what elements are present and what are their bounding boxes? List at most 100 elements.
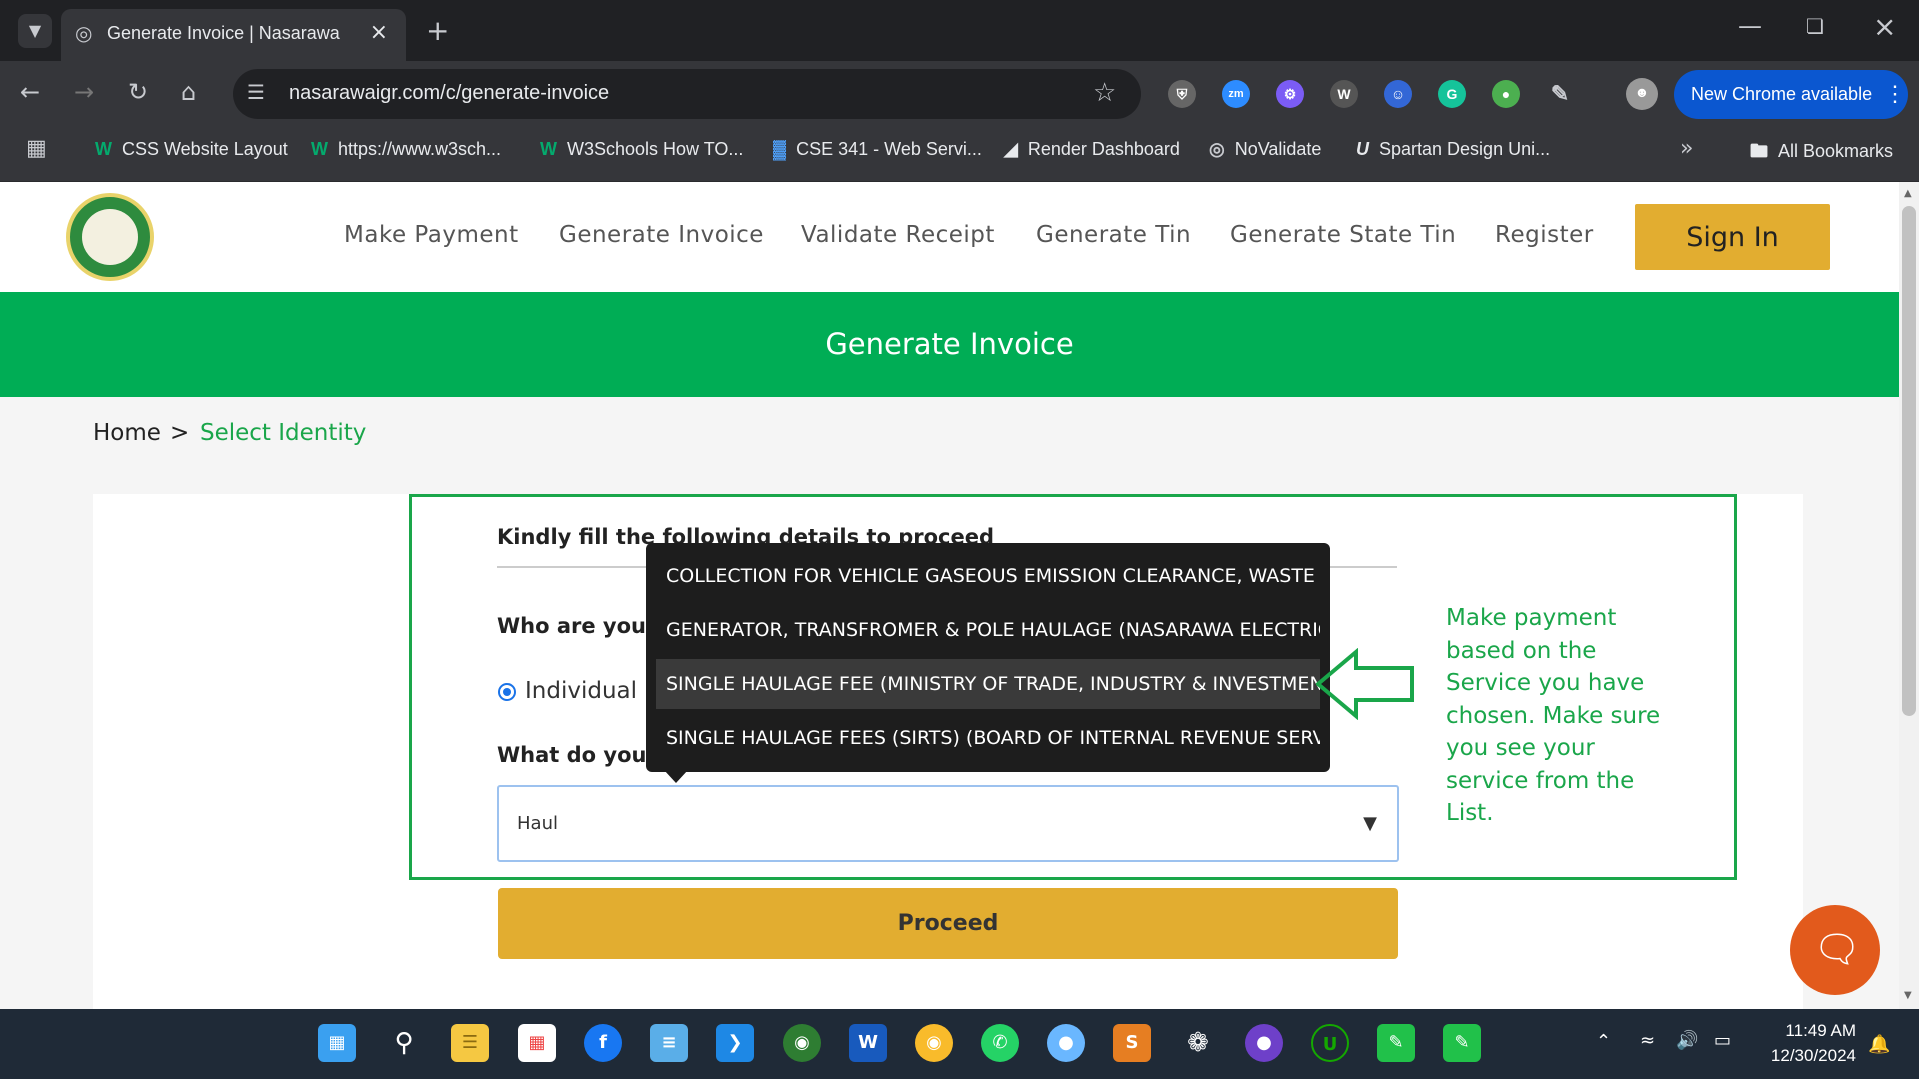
tray-chevron-icon[interactable]: ⌃	[1596, 1031, 1611, 1052]
nav-generate-tin[interactable]: Generate Tin	[1036, 222, 1191, 248]
individual-radio[interactable]	[498, 683, 516, 701]
nav-generate-invoice[interactable]: Generate Invoice	[559, 222, 764, 248]
close-tab-icon[interactable]: ×	[370, 20, 388, 45]
green-app-icon[interactable]: ✎	[1377, 1024, 1415, 1062]
new-tab-icon[interactable]: +	[426, 14, 449, 47]
nav-make-payment[interactable]: Make Payment	[344, 222, 519, 248]
green-app-icon-2[interactable]: ✎	[1443, 1024, 1481, 1062]
home-icon[interactable]: ⌂	[181, 78, 196, 106]
scroll-thumb[interactable]	[1902, 206, 1916, 716]
nav-generate-state-tin[interactable]: Generate State Tin	[1230, 222, 1456, 248]
tab-search-icon[interactable]: ▼	[18, 14, 52, 48]
paint-icon[interactable]: ●	[1047, 1024, 1085, 1062]
forward-icon[interactable]: →	[74, 78, 94, 106]
vscode-icon[interactable]: ❯	[716, 1024, 754, 1062]
breadcrumb-home[interactable]: Home	[93, 420, 161, 446]
proceed-button[interactable]: Proceed	[498, 888, 1398, 959]
bookmark-item[interactable]: ◢ Render Dashboard	[1004, 139, 1180, 160]
chrome-icon[interactable]: ◉	[915, 1024, 953, 1062]
scroll-up-arrow[interactable]: ▲	[1904, 188, 1912, 199]
grammarly-icon[interactable]: G	[1438, 80, 1466, 108]
zoom-extension-icon[interactable]: zm	[1222, 80, 1250, 108]
new-chrome-label: New Chrome available	[1691, 84, 1873, 104]
site-info-icon[interactable]: ☰	[247, 80, 265, 104]
green-arrow-annotation	[1316, 648, 1414, 720]
new-chrome-button[interactable]: New Chrome available ⋮	[1674, 70, 1908, 119]
profile-avatar[interactable]: ☻	[1626, 78, 1658, 110]
chrome-dev-icon[interactable]: ◉	[783, 1024, 821, 1062]
smiley-extension-icon[interactable]: ☺	[1384, 80, 1412, 108]
w-extension-icon[interactable]: W	[1330, 80, 1358, 108]
all-bookmarks[interactable]: 🖿 All Bookmarks	[1750, 139, 1893, 169]
page-scrollbar[interactable]: ▲ ▼	[1899, 182, 1919, 1009]
notepad-icon[interactable]: ≡	[650, 1024, 688, 1062]
github-icon[interactable]: ●	[1245, 1024, 1283, 1062]
tab-title: Generate Invoice | Nasarawa	[107, 23, 340, 43]
globe-icon: ◎	[75, 21, 93, 45]
dropdown-arrow-icon[interactable]: ▼	[1363, 813, 1377, 834]
search-icon[interactable]: ⚲	[385, 1024, 423, 1062]
url-text: nasarawaigr.com/c/generate-invoice	[289, 82, 610, 104]
bookmark-item[interactable]: W CSS Website Layout	[95, 139, 288, 160]
bookmark-item[interactable]: U Spartan Design Uni...	[1356, 139, 1550, 160]
apps-grid-icon[interactable]: ▦	[26, 136, 47, 161]
whatsapp-icon[interactable]: ✆	[981, 1024, 1019, 1062]
address-bar[interactable]: ☰ nasarawaigr.com/c/generate-invoice ☆	[233, 69, 1141, 119]
puzzle-extensions-icon[interactable]: ✎	[1546, 80, 1574, 108]
gear-extension-icon[interactable]: ⚙	[1276, 80, 1304, 108]
service-select[interactable]: Haul ▼	[497, 785, 1399, 862]
live-chat-button[interactable]: 🗨	[1790, 905, 1880, 995]
bookmark-item[interactable]: Whttps://www.w3sch...	[311, 139, 501, 160]
bookmark-label: CSE 341 - Web Servi...	[796, 139, 982, 159]
reload-icon[interactable]: ↻	[128, 78, 148, 106]
who-are-you-label: Who are you	[497, 614, 646, 638]
file-explorer-icon[interactable]: ☰	[451, 1024, 489, 1062]
bookmark-item[interactable]: ▓ CSE 341 - Web Servi...	[773, 139, 982, 160]
restore-icon[interactable]: ❏	[1806, 14, 1824, 38]
minimize-icon[interactable]: —	[1738, 12, 1762, 40]
word-icon[interactable]: W	[849, 1024, 887, 1062]
bookmark-label: NoValidate	[1234, 139, 1322, 159]
breadcrumb-current: Select Identity	[200, 420, 367, 446]
dropdown-option[interactable]: SINGLE HAULAGE FEES (SIRTS) (BOARD OF IN…	[656, 713, 1320, 763]
close-window-icon[interactable]: ×	[1873, 10, 1896, 43]
bookmark-item[interactable]: ◎ NoValidate	[1209, 139, 1321, 160]
nasarawa-seal-logo[interactable]	[66, 193, 154, 281]
chatgpt-icon[interactable]: ❁	[1179, 1024, 1217, 1062]
dropdown-option[interactable]: COLLECTION FOR VEHICLE GASEOUS EMISSION …	[656, 551, 1320, 601]
notification-bell-icon[interactable]: 🔔	[1868, 1034, 1890, 1055]
windows-taskbar	[0, 1009, 1919, 1079]
bookmark-item[interactable]: W W3Schools How TO...	[540, 139, 743, 160]
nav-register[interactable]: Register	[1495, 222, 1594, 248]
breadcrumb-separator: >	[170, 420, 190, 446]
individual-label[interactable]: Individual	[525, 678, 637, 704]
nav-validate-receipt[interactable]: Validate Receipt	[801, 222, 995, 248]
browser-tab[interactable]: ◎ Generate Invoice | Nasarawa ×	[61, 9, 406, 61]
windows-start-icon[interactable]: ▦	[318, 1024, 356, 1062]
kebab-menu-icon[interactable]: ⋮	[1884, 81, 1906, 107]
clock-date[interactable]: 12/30/2024	[1746, 1046, 1856, 1066]
chart-icon: ▓	[773, 139, 787, 159]
service-dropdown: COLLECTION FOR VEHICLE GASEOUS EMISSION …	[646, 543, 1330, 772]
seal-center	[82, 209, 138, 265]
u-icon: U	[1356, 139, 1369, 159]
dropdown-option[interactable]: GENERATOR, TRANSFROMER & POLE HAULAGE (N…	[656, 605, 1320, 655]
sign-in-button[interactable]: Sign In	[1635, 204, 1830, 270]
shield-extension-icon[interactable]: ⛨	[1168, 80, 1196, 108]
volume-icon[interactable]: 🔊	[1676, 1030, 1698, 1051]
upwork-icon[interactable]: U	[1311, 1024, 1349, 1062]
back-icon[interactable]: ←	[20, 78, 40, 106]
more-bookmarks-icon[interactable]: »	[1680, 136, 1693, 161]
w3schools-icon: W	[95, 139, 112, 159]
wifi-icon[interactable]: ≈	[1640, 1030, 1655, 1051]
palette-extension-icon[interactable]: ●	[1492, 80, 1520, 108]
clock-time[interactable]: 11:49 AM	[1760, 1021, 1856, 1041]
sublime-icon[interactable]: S	[1113, 1024, 1151, 1062]
dropdown-option-highlighted[interactable]: SINGLE HAULAGE FEE (MINISTRY OF TRADE, I…	[656, 659, 1320, 709]
facebook-icon[interactable]: f	[584, 1024, 622, 1062]
w3schools-icon: W	[311, 139, 328, 159]
battery-icon[interactable]: ▭	[1714, 1030, 1731, 1051]
microsoft-store-icon[interactable]: ▦	[518, 1024, 556, 1062]
scroll-down-arrow[interactable]: ▼	[1904, 990, 1912, 1001]
bookmark-star-icon[interactable]: ☆	[1093, 78, 1116, 108]
